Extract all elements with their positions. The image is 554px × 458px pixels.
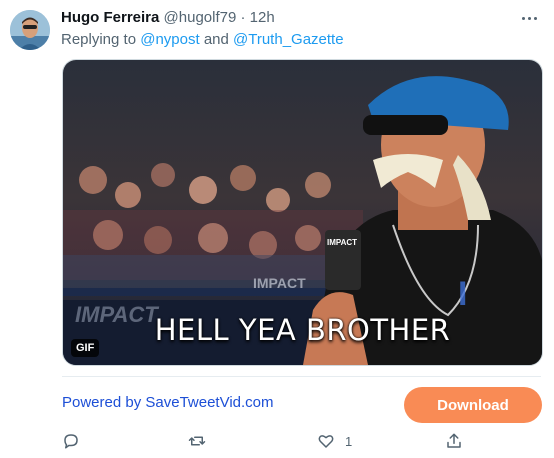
mention-joiner: and (203, 31, 229, 48)
more-options-icon[interactable] (516, 8, 542, 28)
tweet-header: Hugo Ferreira @hugolf79 · 12h (61, 9, 275, 27)
svg-text:I: I (458, 275, 467, 313)
heart-icon (318, 435, 334, 448)
like-count: 1 (345, 433, 353, 449)
share-icon (447, 433, 461, 448)
display-name[interactable]: Hugo Ferreira (61, 9, 159, 26)
powered-by-link[interactable]: Powered by SaveTweetVid.com (62, 394, 274, 411)
download-button[interactable]: Download (404, 387, 542, 423)
retweet-icon (188, 436, 206, 446)
svg-text:IMPACT: IMPACT (327, 238, 357, 247)
gif-media[interactable]: IMPACT IMPACT IMPACT I HELL YEA BROTHER … (62, 59, 543, 366)
gif-badge: GIF (71, 339, 100, 357)
share-button[interactable] (445, 431, 463, 451)
mention-truth-gazette[interactable]: @Truth_Gazette (233, 31, 344, 48)
gif-caption: HELL YEA BROTHER (154, 313, 451, 347)
retweet-button[interactable] (188, 431, 206, 451)
reply-button[interactable] (62, 431, 80, 451)
replying-prefix: Replying to (61, 31, 137, 48)
timestamp[interactable]: 12h (250, 9, 275, 26)
avatar[interactable] (10, 10, 50, 50)
divider (62, 376, 541, 377)
reply-icon (64, 434, 78, 449)
replying-to: Replying to @nypost and @Truth_Gazette (61, 31, 344, 49)
mention-nypost[interactable]: @nypost (140, 31, 199, 48)
separator-dot: · (240, 9, 246, 26)
svg-text:IMPACT: IMPACT (253, 275, 306, 291)
user-handle[interactable]: @hugolf79 (164, 9, 237, 26)
like-button[interactable]: 1 (317, 431, 352, 451)
